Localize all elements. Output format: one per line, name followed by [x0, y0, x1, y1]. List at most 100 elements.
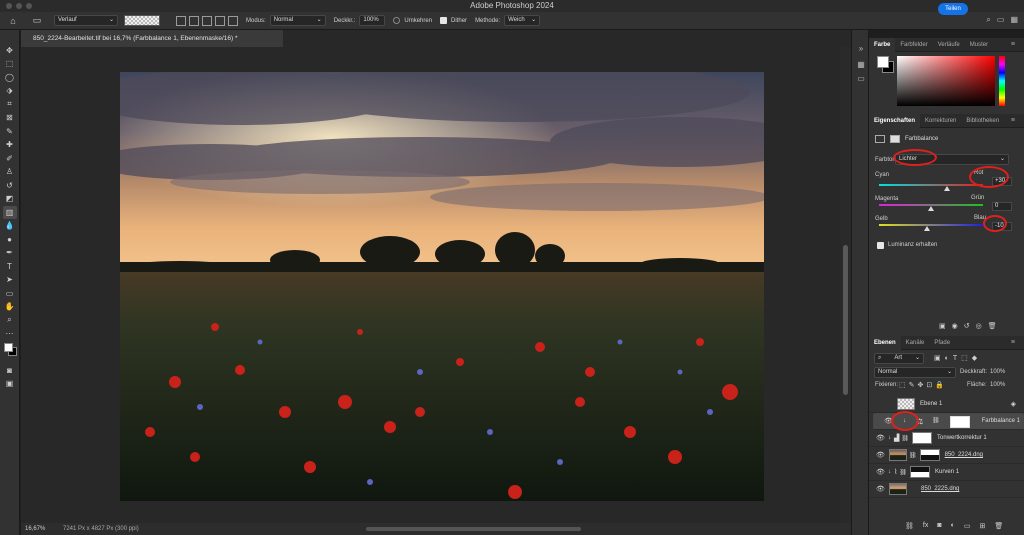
marquee-tool-icon[interactable]: ⬚ — [3, 58, 17, 71]
blur-tool-icon[interactable]: 💧 — [3, 220, 17, 233]
hand-tool-icon[interactable]: ✋ — [3, 301, 17, 314]
workspace-icon[interactable]: ▭ — [997, 15, 1005, 25]
path-select-tool-icon[interactable]: ➤ — [3, 274, 17, 287]
pen-tool-icon[interactable]: ✒ — [3, 247, 17, 260]
brush-tool-icon[interactable]: ✐ — [3, 152, 17, 165]
document-image[interactable] — [120, 72, 764, 501]
gradient-preset-dropdown[interactable]: Verlauf ⌄ — [54, 15, 118, 26]
home-icon[interactable]: ⌂ — [6, 15, 20, 27]
move-tool-icon[interactable]: ✥ — [3, 44, 17, 57]
linear-gradient-button[interactable] — [176, 15, 186, 26]
gradient-tool-icon[interactable]: ▭ — [30, 15, 44, 27]
reset-icon[interactable]: ↺ — [964, 322, 970, 330]
reverse-checkbox[interactable] — [393, 17, 401, 24]
clip-to-layer-icon[interactable]: ▣ — [939, 322, 946, 330]
chain-icon[interactable]: ⛓ — [932, 417, 940, 426]
chain-icon[interactable]: ⛓ — [901, 435, 909, 442]
layer-mask-thumbnail[interactable] — [919, 449, 940, 461]
gradient-swatch[interactable] — [124, 15, 160, 26]
tab-ebenen[interactable]: Ebenen — [869, 335, 901, 350]
preserve-luminosity-checkbox[interactable] — [877, 242, 884, 249]
scrollbar-thumb[interactable] — [843, 245, 848, 395]
lock-icons[interactable]: ⬚✎✥⊡🔒 — [899, 381, 947, 389]
foreground-color-swatch[interactable] — [877, 56, 889, 68]
share-button[interactable]: Teilen — [938, 3, 968, 15]
eyedropper-tool-icon[interactable]: ✎ — [3, 125, 17, 138]
slider-knob-cyan-red[interactable] — [943, 186, 950, 191]
tab-kanaele[interactable]: Kanäle — [901, 336, 930, 350]
history-icon[interactable]: ▦ — [856, 60, 866, 70]
trash-icon[interactable]: 🗑 — [994, 522, 1003, 530]
tab-pfade[interactable]: Pfade — [929, 336, 955, 350]
type-tool-icon[interactable]: T — [3, 260, 17, 273]
add-mask-icon[interactable]: ◙ — [937, 522, 941, 530]
link-layers-icon[interactable]: ⛓ — [905, 522, 914, 530]
window-controls[interactable] — [6, 3, 32, 9]
chain-icon[interactable]: ⛓ — [899, 469, 907, 476]
slider-knob-yellow-blue[interactable] — [923, 226, 930, 231]
layer-filter-icons[interactable]: ▣◐T⬚◆ — [934, 354, 981, 362]
new-adjustment-icon[interactable]: ◐ — [951, 522, 955, 530]
hue-slider[interactable] — [999, 56, 1005, 106]
eraser-tool-icon[interactable]: ◩ — [3, 193, 17, 206]
opacity-field[interactable]: 100% — [359, 15, 386, 26]
layer-row[interactable]: Ebene 1 ◈ — [869, 396, 1024, 413]
eye-icon[interactable]: 👁 — [876, 485, 885, 493]
vertical-scrollbar[interactable] — [840, 47, 851, 523]
radial-gradient-button[interactable] — [189, 15, 199, 26]
color-field[interactable] — [897, 56, 995, 106]
eye-icon[interactable]: 👁 — [876, 434, 885, 442]
eye-icon[interactable]: 👁 — [876, 451, 885, 459]
tab-korrekturen[interactable]: Korrekturen — [920, 114, 961, 128]
arrange-icon[interactable]: ▦ — [1010, 15, 1018, 25]
color-swatches[interactable] — [3, 341, 17, 363]
foreground-color-swatch[interactable] — [3, 343, 13, 352]
document-tab[interactable]: 850_2224-Bearbeitet.tif bei 16,7% (Farbb… — [21, 30, 283, 47]
layer-row[interactable]: 👁 850_2225.dng — [869, 481, 1024, 498]
dither-checkbox[interactable] — [440, 17, 448, 24]
zoom-tool-icon[interactable]: ⌕ — [3, 314, 17, 327]
fill-value[interactable]: 100% — [990, 382, 1005, 388]
mask-icon[interactable] — [890, 135, 900, 143]
new-group-icon[interactable]: ▭ — [964, 522, 971, 530]
angle-gradient-button[interactable] — [202, 15, 212, 26]
layer-row[interactable]: 👁 ↓ ▟ ⛓ Tonwertkorrektur 1 — [869, 430, 1024, 447]
layer-filter-dropdown[interactable]: ⌕ Art ⌄ — [874, 353, 924, 364]
layer-row[interactable]: 👁 ⛓ 850_2224.dng — [869, 447, 1024, 464]
eye-icon[interactable]: 👁 — [876, 468, 885, 476]
trash-icon[interactable]: 🗑 — [988, 322, 997, 330]
crop-tool-icon[interactable]: ⌗ — [3, 98, 17, 111]
layer-mask-thumbnail[interactable] — [910, 466, 931, 478]
method-dropdown[interactable]: Weich ⌄ — [504, 15, 541, 26]
blend-mode-dropdown[interactable]: Normal ⌄ — [874, 367, 956, 378]
mode-dropdown[interactable]: Normal ⌄ — [269, 15, 326, 26]
zoom-level[interactable]: 16,67% — [25, 523, 45, 535]
screen-mode-icon[interactable]: ▣ — [3, 378, 17, 391]
object-select-tool-icon[interactable]: ⬗ — [3, 85, 17, 98]
tab-farbe[interactable]: Farbe — [869, 37, 896, 52]
panel-menu-icon[interactable]: ≡ — [1006, 114, 1020, 128]
document-info[interactable]: 7241 Px x 4827 Px (300 ppi) — [63, 523, 139, 535]
layer-row-selected[interactable]: 👁 ↓ ⚖ ⛓ Farbbalance 1 — [873, 411, 1024, 431]
tab-muster[interactable]: Muster — [965, 38, 993, 52]
visibility-icon[interactable]: ◎ — [976, 322, 982, 330]
rectangle-tool-icon[interactable]: ▭ — [3, 287, 17, 300]
diamond-gradient-button[interactable] — [228, 15, 238, 26]
healing-tool-icon[interactable]: ✚ — [3, 139, 17, 152]
panel-collapse-icon[interactable]: » — [856, 44, 866, 54]
layer-mask-thumbnail[interactable] — [949, 415, 970, 428]
tab-eigenschaften[interactable]: Eigenschaften — [869, 113, 921, 128]
panel-menu-icon[interactable]: ≡ — [1006, 336, 1020, 350]
frame-tool-icon[interactable]: ⊠ — [3, 112, 17, 125]
more-tools-icon[interactable]: ⋯ — [3, 328, 17, 341]
slider-track-cyan-red[interactable] — [879, 184, 983, 186]
layer-row[interactable]: 👁 ↓ ⌇ ⛓ Kurven 1 — [869, 464, 1024, 481]
reflected-gradient-button[interactable] — [215, 15, 225, 26]
quick-mask-icon[interactable]: ◙ — [3, 364, 17, 377]
tab-bibliotheken[interactable]: Bibliotheken — [961, 114, 1004, 128]
slider-knob-magenta-green[interactable] — [928, 206, 934, 211]
layer-opacity-value[interactable]: 100% — [990, 369, 1005, 375]
horizontal-scrollbar[interactable] — [366, 527, 581, 531]
layer-mask-thumbnail[interactable] — [912, 432, 933, 444]
slider-track-yellow-blue[interactable] — [879, 224, 983, 226]
